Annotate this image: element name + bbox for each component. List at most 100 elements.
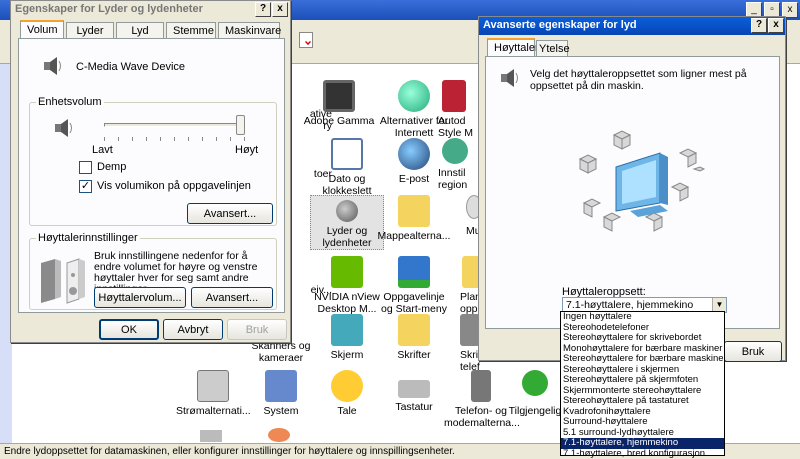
generic-icon bbox=[268, 428, 290, 442]
cp-item-region[interactable]: Innstil region bbox=[438, 138, 480, 191]
list-item[interactable]: Stereohøyttalere på skjermfoten bbox=[561, 375, 724, 386]
speakers-tab-panel: Velg det høyttaleroppsettet som ligner m… bbox=[485, 56, 780, 329]
close-icon[interactable]: x bbox=[272, 2, 288, 17]
cp-item-date-time[interactable]: Dato og klokkeslett bbox=[310, 138, 384, 197]
dialog-title: Egenskaper for Lyder og lydenheter bbox=[11, 1, 290, 19]
low-label: Lavt bbox=[92, 144, 113, 156]
cp-item-label: Adobe Gamma bbox=[303, 115, 375, 127]
properties-icon[interactable] bbox=[299, 32, 313, 48]
keyboard-icon bbox=[398, 380, 430, 398]
advanced-audio-dialog: Avanserte egenskaper for lyd ? x Høyttal… bbox=[478, 16, 786, 362]
speaker-advanced-button[interactable]: Avansert... bbox=[191, 287, 273, 308]
power-icon bbox=[197, 370, 229, 402]
group-label: Enhetsvolum bbox=[36, 96, 104, 108]
monitor-icon bbox=[323, 80, 355, 112]
generic-icon bbox=[442, 138, 468, 164]
speakers-icon bbox=[37, 253, 89, 305]
list-item[interactable]: Ingen høyttalere bbox=[561, 312, 724, 323]
cp-item-mouse[interactable]: Mu bbox=[438, 195, 482, 237]
speaker-layout-illustration bbox=[576, 107, 706, 237]
accessibility-icon bbox=[522, 370, 548, 396]
close-icon[interactable]: x bbox=[768, 18, 784, 33]
volume-tab-panel: C-Media Wave Device Enhetsvolum Lavt Høy… bbox=[18, 38, 285, 313]
dialog-title: Avanserte egenskaper for lyd bbox=[479, 17, 785, 35]
list-item[interactable]: Kvadrofonihøyttalere bbox=[561, 407, 724, 418]
tab-volume[interactable]: Volum bbox=[20, 20, 64, 39]
speaker-volume-button[interactable]: Høyttalervolum... bbox=[94, 287, 186, 308]
cp-item-system[interactable]: System bbox=[244, 370, 318, 417]
cp-item-label: Plan oppg bbox=[460, 291, 484, 315]
mute-checkbox[interactable] bbox=[79, 161, 92, 174]
cp-item-label: Skjerm bbox=[330, 349, 364, 361]
cp-item-label: Lyder og lydenheter bbox=[322, 225, 372, 249]
speaker-icon bbox=[498, 67, 520, 89]
cp-item-label: Skanners og kameraer bbox=[251, 340, 311, 364]
select-value: 7.1-høyttalere, hjemmekino bbox=[566, 299, 694, 311]
list-item[interactable]: Stereohøyttalere i skjermen bbox=[561, 365, 724, 376]
tab-hardware[interactable]: Maskinvare bbox=[218, 22, 281, 39]
cp-item-autodesk[interactable]: Autod Style M bbox=[438, 80, 480, 139]
volume-slider-thumb[interactable] bbox=[236, 115, 245, 135]
speaker-icon bbox=[52, 117, 74, 139]
device-name: C-Media Wave Device bbox=[76, 61, 186, 73]
list-item[interactable]: Monohøyttalere for bærbare maskiner bbox=[561, 344, 724, 355]
cp-item-adobe-gamma[interactable]: Adobe Gamma bbox=[302, 80, 376, 127]
tab-speakers[interactable]: Høyttalere bbox=[487, 38, 545, 57]
list-item-selected[interactable]: 7.1-høyttalere, hjemmekino bbox=[561, 438, 724, 449]
cp-item-scheduled-tasks[interactable]: Plan oppg bbox=[438, 256, 484, 315]
tab-performance[interactable]: Ytelse bbox=[536, 40, 570, 57]
list-item[interactable]: Stereohøyttalere på tastaturet bbox=[561, 396, 724, 407]
cp-item-power[interactable]: Strømalternati... bbox=[176, 370, 251, 417]
list-item[interactable]: Surround-høyttalere bbox=[561, 417, 724, 428]
ok-button[interactable]: OK bbox=[99, 319, 159, 340]
phone-icon bbox=[471, 370, 491, 402]
chevron-down-icon[interactable]: ▼ bbox=[712, 298, 726, 312]
tray-icon-label: Vis volumikon på oppgavelinjen bbox=[97, 180, 251, 192]
tab-voice[interactable]: Stemme bbox=[166, 22, 216, 39]
cp-item-keyboard[interactable]: Tastatur bbox=[377, 370, 451, 413]
cp-item-label: Autod Style M bbox=[438, 115, 474, 139]
cancel-button[interactable]: Avbryt bbox=[163, 319, 223, 340]
list-item[interactable]: 7.1-høyttalere, bred konfigurasjon bbox=[561, 449, 724, 459]
list-item[interactable]: Stereohøyttalere for skrivebordet bbox=[561, 333, 724, 344]
taskbar-icon bbox=[398, 256, 430, 288]
mail-icon bbox=[398, 138, 430, 170]
cp-item-printers[interactable]: Skriv telef bbox=[438, 314, 483, 373]
cp-item-label: Strømalternati... bbox=[176, 405, 251, 417]
list-item[interactable]: 5.1 surround-lydhøyttalere bbox=[561, 428, 724, 439]
tray-icon-checkbox[interactable]: ✓ bbox=[79, 180, 92, 193]
generic-icon bbox=[460, 314, 480, 346]
cp-item-label: Tale bbox=[337, 405, 357, 417]
cp-item-label: Innstil region bbox=[438, 167, 468, 191]
cp-item-sounds[interactable]: Lyder og lydenheter bbox=[310, 195, 384, 250]
help-icon[interactable]: ? bbox=[255, 2, 271, 17]
help-icon[interactable]: ? bbox=[751, 18, 767, 33]
cp-item-label: System bbox=[263, 405, 299, 417]
cp-item-display[interactable]: Skjerm bbox=[310, 314, 384, 361]
list-item[interactable]: Skjermmonterte stereohøyttalere bbox=[561, 386, 724, 397]
globe-icon bbox=[398, 80, 430, 112]
speaker-icon bbox=[41, 55, 63, 77]
speaker-setup-dropdown-list: Ingen høyttalere Stereohodetelefoner Ste… bbox=[560, 311, 725, 459]
cp-item-label: Dato og klokkeslett bbox=[322, 173, 372, 197]
volume-slider-track[interactable] bbox=[104, 123, 244, 127]
apply-button[interactable]: Bruk bbox=[724, 341, 782, 362]
speech-icon bbox=[331, 370, 363, 402]
list-item[interactable]: Stereohøyttalere for bærbare maskiner bbox=[561, 354, 724, 365]
cp-item-label: Tastatur bbox=[395, 401, 433, 413]
apply-button[interactable]: Bruk bbox=[227, 319, 287, 340]
cp-item-accessibility[interactable]: Tilgjengelig bbox=[506, 370, 564, 417]
cp-item-label: Mu bbox=[466, 225, 481, 237]
tab-audio[interactable]: Lyd bbox=[116, 22, 164, 39]
list-item[interactable]: Stereohodetelefoner bbox=[561, 323, 724, 334]
folder-icon bbox=[398, 195, 430, 227]
cp-item-nvidia[interactable]: NVIDIA nView Desktop M... bbox=[310, 256, 384, 315]
sound-properties-dialog: Egenskaper for Lyder og lydenheter ? x V… bbox=[10, 0, 291, 343]
cp-item-speech[interactable]: Tale bbox=[310, 370, 384, 417]
advanced-volume-button[interactable]: Avansert... bbox=[187, 203, 273, 224]
volume-ticks bbox=[104, 137, 246, 141]
group-label: Høyttalerinnstillinger bbox=[36, 232, 140, 244]
tab-sounds[interactable]: Lyder bbox=[66, 22, 114, 39]
instruction-text: Velg det høyttaleroppsettet som ligner m… bbox=[530, 68, 747, 92]
calendar-icon bbox=[331, 138, 363, 170]
